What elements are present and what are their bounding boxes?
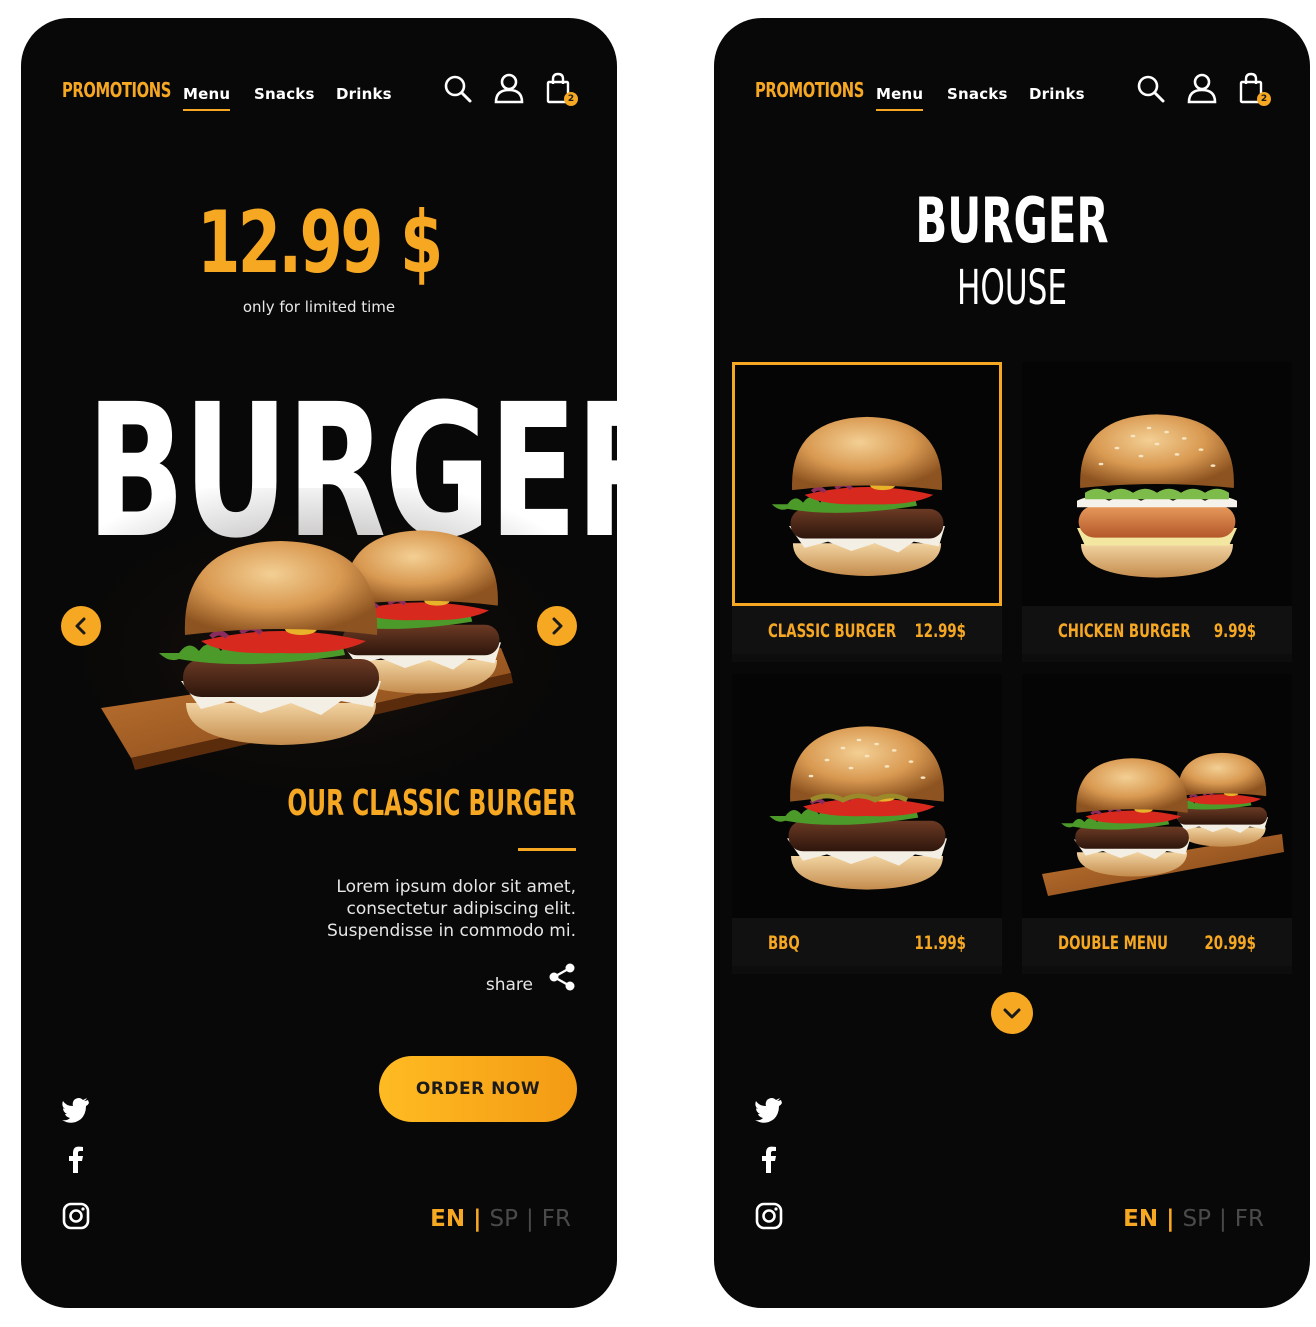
order-now-button[interactable]: ORDER NOW — [379, 1056, 577, 1122]
nav-snacks[interactable]: Snacks — [947, 85, 1008, 103]
bbq-burger-image — [732, 674, 1002, 918]
menu-item-double-menu[interactable]: DOUBLE MENU 20.99$ — [1022, 674, 1292, 974]
section-title: OUR CLASSIC BURGER — [287, 783, 576, 824]
lang-en[interactable]: EN — [430, 1206, 465, 1232]
top-nav: PROMOTIONS Menu Snacks Drinks 2 — [714, 18, 1310, 128]
lang-en[interactable]: EN — [1123, 1206, 1158, 1232]
chevron-right-icon — [552, 617, 563, 635]
menu-item-bbq[interactable]: BBQ 11.99$ — [732, 674, 1002, 974]
classic-burger-image — [732, 362, 1002, 606]
facebook-icon[interactable] — [754, 1145, 784, 1175]
lang-sp[interactable]: SP — [490, 1206, 518, 1232]
previous-arrow-button[interactable] — [61, 606, 101, 646]
item-name: CHICKEN BURGER — [1058, 620, 1191, 642]
lang-fr[interactable]: FR — [542, 1206, 571, 1232]
promo-price: 12.99 $ — [197, 193, 443, 293]
menu-title: BURGER — [915, 184, 1109, 257]
menu-item-classic-burger[interactable]: CLASSIC BURGER 12.99$ — [732, 362, 1002, 662]
user-icon[interactable] — [493, 72, 525, 106]
description-line: Lorem ipsum dolor sit amet, — [336, 877, 576, 897]
language-switcher: EN | SP | FR — [430, 1206, 571, 1232]
item-price: 9.99$ — [1213, 620, 1256, 642]
chevron-left-icon — [75, 617, 86, 635]
item-name: CLASSIC BURGER — [768, 620, 897, 642]
lang-separator: | — [1166, 1206, 1175, 1232]
cart-count-badge: 2 — [1257, 92, 1271, 106]
twitter-icon[interactable] — [61, 1093, 91, 1123]
promo-screen: PROMOTIONS Menu Snacks Drinks 2 12.99 $ … — [21, 18, 617, 1308]
item-price: 20.99$ — [1204, 932, 1256, 954]
description-line: Suspendisse in commodo mi. — [327, 921, 576, 941]
lang-separator: | — [1219, 1206, 1227, 1232]
description-line: consectetur adipiscing elit. — [346, 899, 576, 919]
chicken-burger-image — [1022, 362, 1292, 606]
menu-screen: PROMOTIONS Menu Snacks Drinks 2 BURGER H… — [714, 18, 1310, 1308]
top-nav: PROMOTIONS Menu Snacks Drinks 2 — [21, 18, 617, 128]
lang-sp[interactable]: SP — [1183, 1206, 1211, 1232]
nav-menu[interactable]: Menu — [183, 85, 231, 111]
instagram-icon[interactable] — [754, 1201, 784, 1231]
instagram-icon[interactable] — [61, 1201, 91, 1231]
nav-drinks[interactable]: Drinks — [1029, 85, 1085, 103]
lang-separator: | — [473, 1206, 482, 1232]
promo-price-note: only for limited time — [242, 298, 396, 316]
menu-subtitle: HOUSE — [956, 260, 1068, 316]
double-menu-image — [1022, 674, 1292, 918]
share-icon[interactable] — [547, 962, 577, 992]
language-switcher: EN | SP | FR — [1123, 1206, 1264, 1232]
nav-promotions[interactable]: PROMOTIONS — [62, 78, 171, 102]
nav-promotions[interactable]: PROMOTIONS — [755, 78, 864, 102]
share-label[interactable]: share — [486, 975, 533, 995]
product-description: Lorem ipsum dolor sit amet, consectetur … — [276, 876, 576, 942]
item-name: BBQ — [768, 932, 800, 954]
hero-burger-image — [61, 488, 581, 788]
item-price: 11.99$ — [914, 932, 966, 954]
item-name: DOUBLE MENU — [1058, 932, 1169, 954]
search-icon[interactable] — [442, 72, 474, 106]
nav-menu[interactable]: Menu — [876, 85, 924, 111]
lang-separator: | — [526, 1206, 534, 1232]
chevron-down-icon — [1003, 1008, 1021, 1019]
user-icon[interactable] — [1186, 72, 1218, 106]
menu-item-chicken-burger[interactable]: CHICKEN BURGER 9.99$ — [1022, 362, 1292, 662]
scroll-down-button[interactable] — [991, 992, 1033, 1034]
nav-drinks[interactable]: Drinks — [336, 85, 392, 103]
cart-icon[interactable]: 2 — [544, 72, 578, 106]
cart-count-badge: 2 — [564, 92, 578, 106]
next-arrow-button[interactable] — [537, 606, 577, 646]
facebook-icon[interactable] — [61, 1145, 91, 1175]
twitter-icon[interactable] — [754, 1093, 784, 1123]
nav-snacks[interactable]: Snacks — [254, 85, 315, 103]
cart-icon[interactable]: 2 — [1237, 72, 1271, 106]
title-divider — [518, 848, 576, 851]
search-icon[interactable] — [1135, 72, 1167, 106]
item-price: 12.99$ — [914, 620, 966, 642]
lang-fr[interactable]: FR — [1235, 1206, 1264, 1232]
